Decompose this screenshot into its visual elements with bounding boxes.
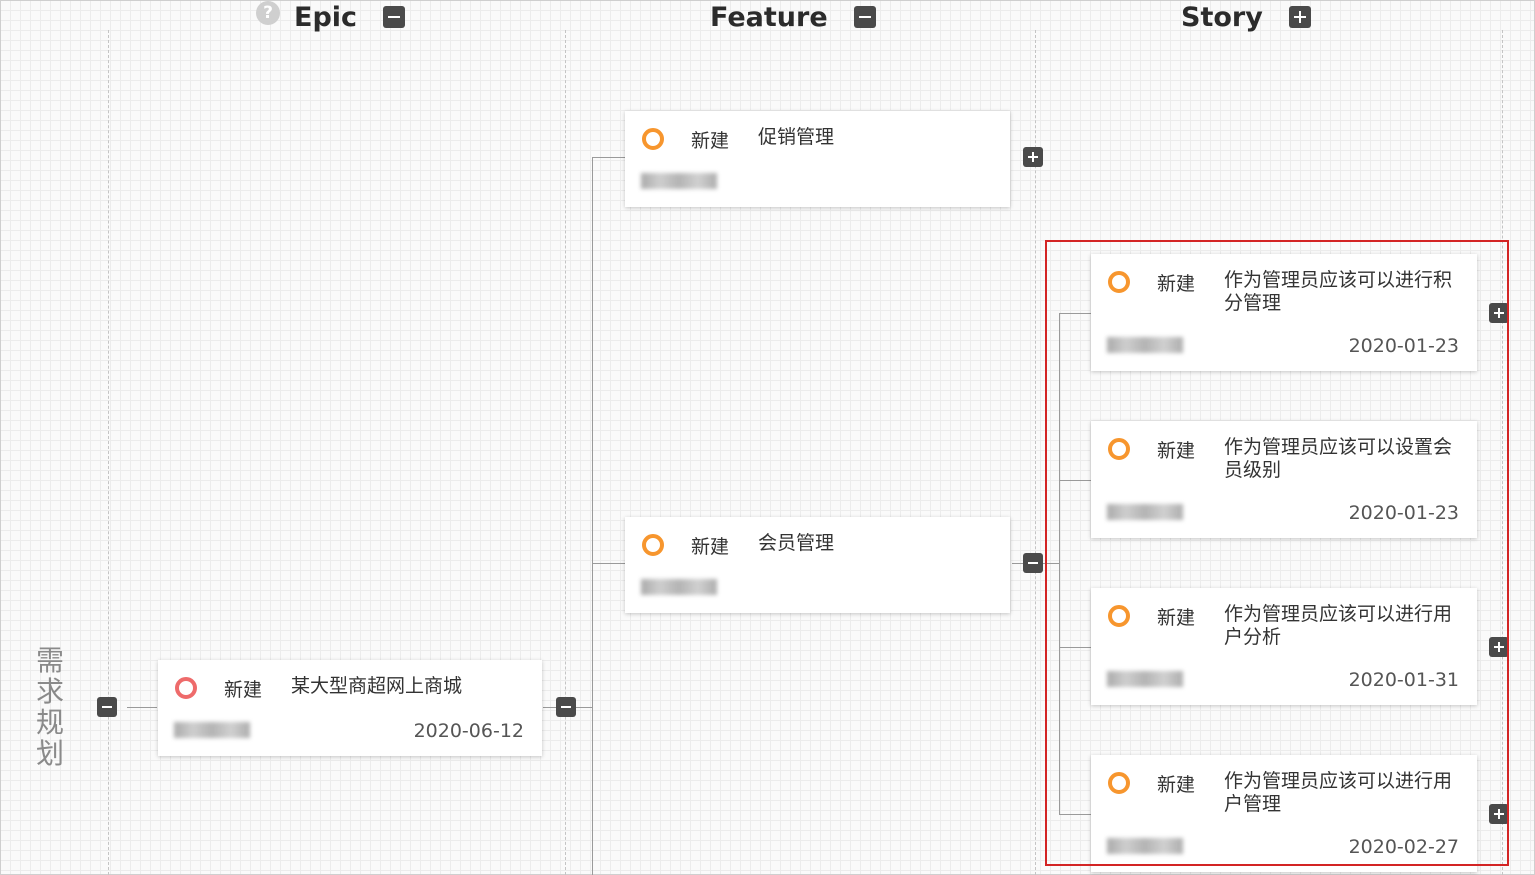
epic-collapse-icon[interactable] — [556, 697, 576, 717]
story-column-header: Story — [1181, 0, 1311, 34]
owner-name-blurred — [641, 173, 717, 189]
status-circle-icon — [175, 677, 197, 699]
feature-card[interactable]: 新建 促销管理 — [625, 111, 1010, 207]
epic-collapse-button[interactable] — [383, 6, 406, 28]
feature-card[interactable]: 新建 会员管理 — [625, 517, 1010, 613]
status-label: 新建 — [224, 679, 263, 701]
status-circle-icon — [642, 128, 664, 150]
feature-expand-icon[interactable] — [1023, 147, 1043, 167]
owner-name-blurred — [174, 722, 250, 738]
card-date: 2020-06-12 — [413, 720, 524, 742]
owner-name-blurred — [641, 579, 717, 595]
side-collapse-icon[interactable] — [97, 697, 117, 717]
epic-card[interactable]: 新建 某大型商超网上商城 2020-06-12 — [158, 660, 542, 756]
status-label: 新建 — [691, 536, 730, 558]
feature-column-label: Feature — [710, 1, 828, 33]
feature-collapse-icon[interactable] — [1023, 553, 1043, 573]
help-icon[interactable]: ? — [256, 1, 280, 25]
story-column-label: Story — [1181, 1, 1263, 33]
epic-column-label: Epic — [294, 1, 358, 33]
card-title: 某大型商超网上商城 — [291, 675, 463, 697]
feature-collapse-button[interactable] — [853, 6, 876, 28]
card-title: 会员管理 — [758, 532, 835, 554]
status-label: 新建 — [691, 130, 730, 152]
epic-column-header: ? Epic — [256, 0, 406, 34]
story-highlight-box — [1045, 240, 1509, 866]
feature-column-header: Feature — [710, 0, 876, 34]
requirement-planning-label: 需求规划 — [36, 644, 65, 770]
status-circle-icon — [642, 534, 664, 556]
story-expand-button[interactable] — [1288, 6, 1311, 28]
card-title: 促销管理 — [758, 126, 835, 148]
